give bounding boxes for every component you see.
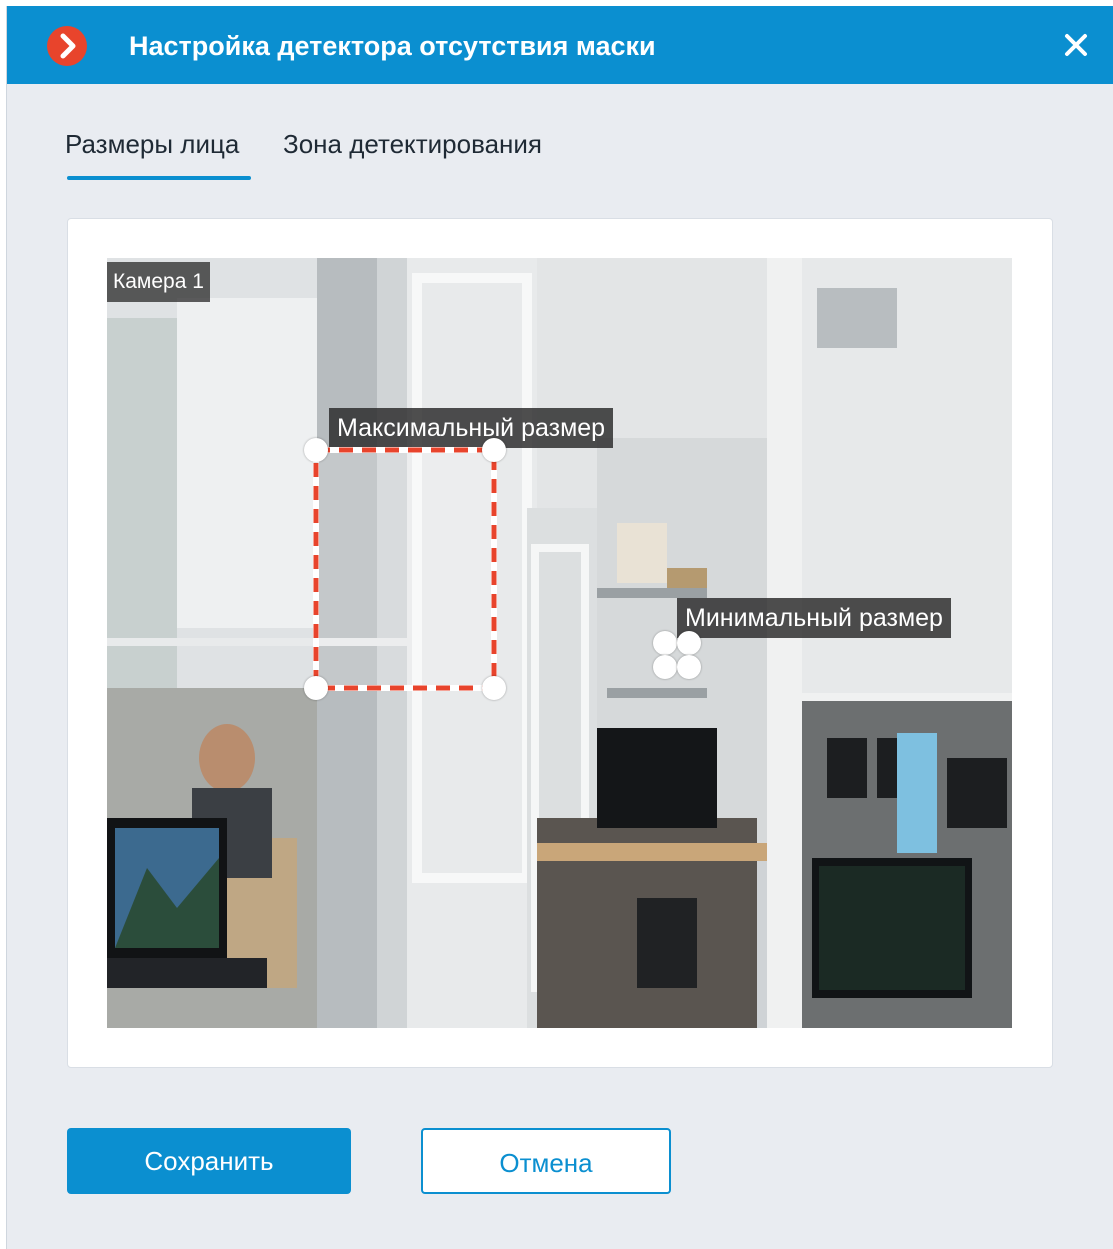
max-face-size-label: Максимальный размер bbox=[329, 408, 614, 448]
cancel-button[interactable]: Отмена bbox=[421, 1128, 671, 1194]
max-box-handle-top-left[interactable] bbox=[304, 438, 328, 462]
camera-preview[interactable]: Камера 1 Максимальный размер Минимальный… bbox=[107, 258, 1012, 1028]
mask-detector-settings-dialog: Настройка детектора отсутствия маски Раз… bbox=[6, 6, 1113, 1249]
min-box-handle-top-left[interactable] bbox=[653, 631, 677, 655]
app-logo-icon bbox=[47, 26, 87, 66]
min-box-handle-bottom-left[interactable] bbox=[653, 655, 677, 679]
save-button[interactable]: Сохранить bbox=[67, 1128, 351, 1194]
min-box-handle-bottom-right[interactable] bbox=[677, 655, 701, 679]
camera-scene bbox=[107, 258, 1012, 1028]
tab-detection-zone[interactable]: Зона детектирования bbox=[283, 124, 542, 164]
min-box-handle-top-right[interactable] bbox=[677, 631, 701, 655]
camera-name-label: Камера 1 bbox=[107, 262, 210, 302]
tab-face-size[interactable]: Размеры лица bbox=[65, 124, 239, 164]
dialog-title: Настройка детектора отсутствия маски bbox=[129, 31, 656, 61]
close-icon[interactable] bbox=[1060, 29, 1092, 61]
max-face-size-box[interactable] bbox=[313, 447, 497, 691]
max-box-handle-bottom-left[interactable] bbox=[304, 676, 328, 700]
min-face-size-label: Минимальный размер bbox=[677, 598, 951, 638]
active-tab-indicator bbox=[67, 176, 251, 180]
max-box-handle-bottom-right[interactable] bbox=[482, 676, 506, 700]
dialog-titlebar: Настройка детектора отсутствия маски bbox=[7, 6, 1113, 84]
max-box-handle-top-right[interactable] bbox=[482, 438, 506, 462]
